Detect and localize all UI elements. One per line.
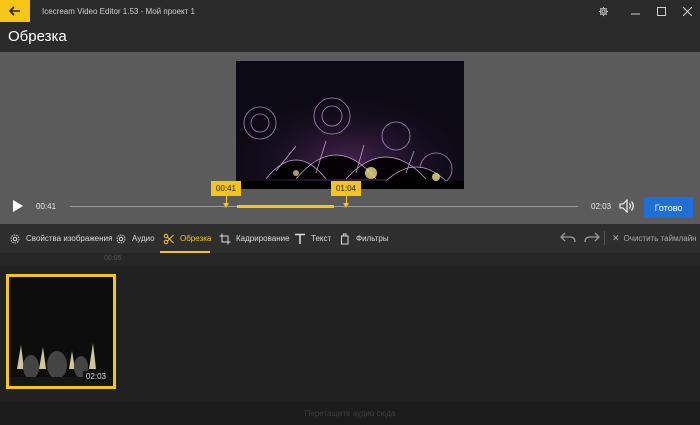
gear-icon xyxy=(598,6,608,16)
tab-text-label: Текст xyxy=(311,234,332,243)
trim-end-pointer xyxy=(343,203,349,208)
tab-trim-label: Обрезка xyxy=(180,234,212,243)
back-button[interactable] xyxy=(0,0,30,22)
tab-image-properties-label: Свойства изображения xyxy=(26,234,113,243)
arrow-left-icon xyxy=(9,6,20,16)
close-icon: ✕ xyxy=(612,233,620,243)
settings-button[interactable] xyxy=(590,0,616,22)
redo-button[interactable] xyxy=(584,231,600,250)
tab-crop[interactable]: Кадрирование xyxy=(219,224,290,253)
page-header: Обрезка xyxy=(0,22,700,52)
clip-thumbnail xyxy=(9,277,113,386)
video-preview[interactable] xyxy=(236,61,464,189)
done-button[interactable]: Готово xyxy=(644,197,693,218)
clear-timeline-label: Очистить таймлайн xyxy=(623,234,697,243)
scissors-icon xyxy=(163,233,174,244)
close-icon xyxy=(682,6,692,16)
window-controls xyxy=(590,0,700,22)
audio-drop-zone[interactable]: Перетащите аудио сюда xyxy=(0,402,700,425)
fireworks-image xyxy=(236,61,464,189)
trim-end-label: 01:04 xyxy=(335,184,357,193)
play-icon xyxy=(13,200,23,212)
app-window: Icecream Video Editor 1.53 - Мой проект … xyxy=(0,0,700,425)
undo-button[interactable] xyxy=(560,231,576,250)
undo-icon xyxy=(560,232,576,243)
text-icon xyxy=(295,233,305,244)
tab-filters[interactable]: Фильтры xyxy=(339,224,389,253)
trim-start-label: 00:41 xyxy=(215,184,237,193)
timeline-clip[interactable]: 02:03 xyxy=(6,274,116,389)
close-button[interactable] xyxy=(674,0,700,22)
preview-area: 00:41 00:41 01:04 02:03 Готово xyxy=(0,52,700,224)
tab-audio-label: Аудио xyxy=(132,234,155,243)
current-time: 00:41 xyxy=(36,202,57,211)
maximize-icon xyxy=(656,6,666,16)
play-button[interactable] xyxy=(12,199,24,218)
tab-crop-label: Кадрирование xyxy=(236,234,290,243)
app-title: Icecream Video Editor 1.53 - Мой проект … xyxy=(42,6,195,16)
filter-icon xyxy=(341,233,349,244)
title-bar: Icecream Video Editor 1.53 - Мой проект … xyxy=(0,0,700,22)
speaker-icon xyxy=(619,198,634,214)
minimize-button[interactable] xyxy=(622,0,648,22)
duration-time: 02:03 xyxy=(591,202,612,211)
volume-button[interactable] xyxy=(619,198,635,218)
crop-icon xyxy=(219,233,231,244)
clear-timeline-button[interactable]: ✕ Очистить таймлайн xyxy=(612,233,697,244)
gear-icon xyxy=(10,234,20,243)
tab-text[interactable]: Текст xyxy=(294,224,331,253)
redo-icon xyxy=(584,232,600,243)
toolbar-divider xyxy=(604,231,605,245)
maximize-button[interactable] xyxy=(648,0,674,22)
tab-filters-label: Фильтры xyxy=(356,234,389,243)
trim-start-pointer xyxy=(223,203,229,208)
tab-audio[interactable]: Аудио xyxy=(115,224,155,253)
gear-icon xyxy=(116,234,126,243)
page-title: Обрезка xyxy=(8,28,67,45)
trim-start-handle[interactable]: 00:41 xyxy=(211,181,241,208)
timeline-ruler[interactable]: 00:05 xyxy=(0,253,700,266)
ruler-tick: 00:05 xyxy=(104,255,122,262)
audio-drop-hint: Перетащите аудио сюда xyxy=(304,409,396,418)
tab-trim[interactable]: Обрезка xyxy=(163,224,211,253)
minimize-icon xyxy=(630,13,640,14)
clip-duration: 02:03 xyxy=(82,371,109,382)
trim-selection[interactable] xyxy=(237,205,334,208)
trim-end-handle[interactable]: 01:04 xyxy=(331,181,361,208)
tab-image-properties[interactable]: Свойства изображения xyxy=(9,224,112,253)
